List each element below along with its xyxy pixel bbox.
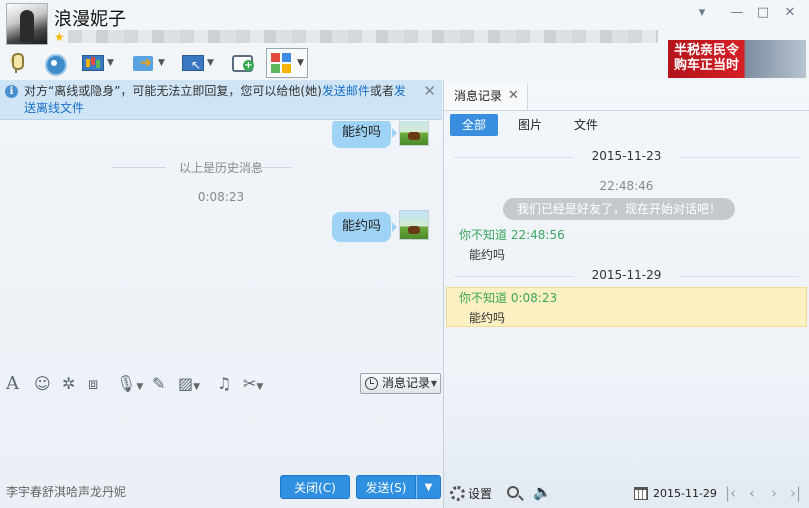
apps-button[interactable]: ▼: [266, 48, 308, 78]
date-separator: 2015-11-23: [444, 149, 809, 163]
ad-banner[interactable]: 半税亲民令 购车正当时: [668, 40, 806, 78]
font-icon[interactable]: A: [6, 374, 19, 394]
next-page-icon[interactable]: ›: [771, 484, 777, 502]
input-toolbar: A ☺ ✲ ⧈ 🎙▼ ✎ ▨▼ ♫ ✂▼ 消息记录 ▼: [0, 370, 442, 398]
close-button[interactable]: 关闭(C): [280, 475, 350, 499]
message-text: 能约吗: [469, 311, 506, 325]
close-icon[interactable]: ✕: [423, 83, 436, 100]
calendar-icon[interactable]: [634, 487, 648, 500]
message-header: 你不知道 0:08:23: [459, 289, 557, 306]
image-icon[interactable]: ▨▼: [178, 374, 200, 394]
info-icon: i: [5, 85, 18, 98]
send-email-link[interactable]: 发送邮件: [322, 84, 370, 98]
system-time: 22:48:46: [599, 179, 654, 193]
sender-name: 你不知道: [459, 291, 508, 305]
send-button[interactable]: 发送(S): [356, 475, 416, 499]
message-time: 22:48:56: [510, 228, 565, 242]
sender-name: 你不知道: [459, 228, 508, 242]
filter-all[interactable]: 全部: [450, 114, 498, 136]
signature-blurred: [68, 30, 658, 43]
close-icon[interactable]: ✕: [508, 84, 519, 108]
screen-share-button[interactable]: ▼: [81, 48, 114, 78]
maximize-button[interactable]: □: [753, 4, 773, 22]
filter-files[interactable]: 文件: [562, 114, 610, 136]
my-avatar[interactable]: [399, 210, 429, 240]
apps-icon: [271, 53, 291, 73]
shake-icon[interactable]: ⧈: [88, 374, 98, 394]
video-call-button[interactable]: [43, 48, 67, 78]
settings-button[interactable]: 设置: [450, 485, 492, 502]
message-time: 0:08:23: [197, 190, 245, 204]
notice-text-or: 或者: [369, 84, 394, 98]
tab-message-history[interactable]: 消息记录 ✕: [444, 84, 528, 110]
clock-icon: [365, 377, 378, 390]
file-transfer-button[interactable]: ▼: [132, 48, 165, 78]
screen-share-icon: [81, 52, 104, 74]
tab-label: 消息记录: [454, 89, 503, 103]
first-page-icon[interactable]: |‹: [725, 484, 736, 502]
offline-notice: i 对方“离线或隐身”，可能无法立即回复，您可以给他(她)发送邮件或者发送离线文…: [0, 80, 442, 120]
music-icon[interactable]: ♫: [217, 374, 231, 394]
chat-messages: 能约吗 以上是历史消息 0:08:23 能约吗: [0, 121, 442, 367]
contact-avatar[interactable]: [6, 3, 48, 45]
new-message-icon: [231, 52, 254, 74]
file-transfer-icon: [132, 52, 154, 74]
calendar-date[interactable]: 2015-11-29: [653, 487, 717, 500]
voice-message-icon[interactable]: 🎙▼: [116, 374, 143, 394]
remote-desktop-button[interactable]: ▼: [181, 48, 214, 78]
menu-button[interactable]: ▾: [692, 4, 712, 22]
history-panel: 消息记录 ✕ 全部 图片 文件 2015-11-23 22:48:46 我们已经…: [444, 80, 809, 508]
message-header: 你不知道 22:48:56: [459, 226, 565, 243]
message-time: 0:08:23: [510, 291, 558, 305]
ad-line-1: 半税亲民令: [674, 43, 740, 58]
last-page-icon[interactable]: ›|: [790, 484, 801, 502]
chevron-down-icon[interactable]: ▼: [107, 58, 114, 68]
notice-text: 对方“离线或隐身”，可能无法立即回复，您可以给他(她): [24, 84, 322, 98]
chat-window: 浪漫妮子 ★ ▾ — □ ✕ 半税亲民令 购车正当时 ▼ ▼ ▼: [0, 0, 809, 508]
star-icon: ★: [54, 30, 65, 44]
date-separator: 2015-11-29: [444, 268, 809, 282]
ad-line-2: 购车正当时: [674, 58, 740, 73]
gear-icon: [450, 486, 465, 501]
voice-call-button[interactable]: [5, 48, 27, 78]
tab-underline: [444, 110, 809, 111]
status-text: 李宇春舒淇哈声龙丹妮: [6, 485, 127, 499]
minimize-button[interactable]: —: [727, 4, 747, 22]
camera-icon: [43, 52, 67, 76]
magic-wand-icon[interactable]: ✲: [62, 374, 75, 394]
chevron-down-icon[interactable]: ▼: [158, 58, 165, 68]
message-text: 能约吗: [469, 248, 506, 262]
message-bubble[interactable]: 能约吗: [332, 212, 398, 242]
edit-image-icon[interactable]: ✎: [152, 374, 165, 394]
new-message-button[interactable]: [231, 48, 254, 78]
speaker-icon[interactable]: 🔈: [533, 483, 552, 501]
message-history-button[interactable]: 消息记录 ▼: [360, 373, 441, 394]
previous-page-icon[interactable]: ‹: [749, 484, 755, 502]
close-window-button[interactable]: ✕: [780, 4, 800, 22]
contact-name: 浪漫妮子: [54, 9, 126, 30]
remote-desktop-icon: [181, 52, 204, 74]
message-history-label: 消息记录: [382, 376, 431, 390]
my-avatar[interactable]: [399, 121, 429, 146]
emoji-icon[interactable]: ☺: [34, 374, 51, 394]
send-options-button[interactable]: ▼: [416, 475, 441, 499]
mic-icon: [5, 52, 27, 74]
system-message: 我们已经是好友了，现在开始对话吧！: [503, 198, 735, 220]
message-input[interactable]: [0, 398, 442, 472]
history-footer: 设置 🔈 2015-11-29 |‹ ‹ › ›|: [444, 482, 809, 508]
chevron-down-icon[interactable]: ▼: [297, 58, 304, 68]
search-icon[interactable]: [507, 486, 519, 498]
message-bubble[interactable]: 能约吗: [332, 121, 398, 148]
main-toolbar: ▼ ▼ ▼ ▼: [0, 48, 660, 78]
filter-images[interactable]: 图片: [506, 114, 554, 136]
settings-label: 设置: [468, 487, 493, 501]
chevron-down-icon[interactable]: ▼: [207, 58, 214, 68]
screenshot-scissors-icon[interactable]: ✂▼: [243, 374, 263, 394]
history-divider: 以上是历史消息: [0, 159, 442, 176]
chevron-down-icon: ▼: [430, 379, 437, 388]
